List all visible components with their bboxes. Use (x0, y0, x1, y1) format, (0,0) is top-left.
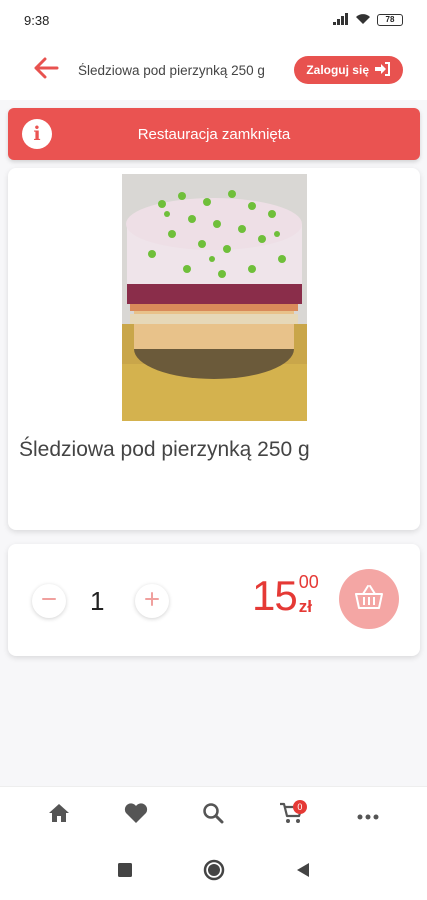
price: 15 00 zł (252, 572, 319, 620)
login-button[interactable]: Zaloguj się (294, 56, 403, 84)
home-system-button[interactable] (194, 852, 234, 892)
nav-cart[interactable]: 0 (271, 796, 311, 836)
increase-quantity-button[interactable] (135, 584, 169, 618)
restaurant-closed-banner: i Restauracja zamknięta (8, 108, 420, 160)
nav-more[interactable] (348, 796, 388, 836)
triangle-back-icon (296, 862, 310, 883)
app-header: Śledziowa pod pierzynką 250 g Zaloguj si… (0, 40, 427, 100)
circle-icon (203, 859, 225, 886)
square-icon (117, 862, 132, 882)
banner-text: Restauracja zamknięta (137, 125, 291, 143)
login-label: Zaloguj się (306, 63, 369, 77)
order-card: 1 15 00 zł (8, 544, 420, 656)
minus-icon (41, 591, 57, 612)
back-system-button[interactable] (283, 852, 323, 892)
add-to-basket-button[interactable] (339, 569, 399, 629)
recent-apps-button[interactable] (105, 852, 145, 892)
price-fraction-group: 00 zł (299, 572, 319, 618)
home-icon (48, 803, 70, 828)
decrease-quantity-button[interactable] (32, 584, 66, 618)
bottom-navigation: 0 (0, 786, 427, 844)
price-decimal: 00 (298, 572, 319, 592)
basket-icon (354, 584, 384, 615)
status-icons: 78 (333, 12, 403, 28)
page-title: Śledziowa pod pierzynką 250 g (78, 62, 265, 78)
info-icon: i (22, 119, 52, 149)
search-icon (202, 802, 224, 829)
battery-icon: 78 (377, 14, 403, 26)
product-image[interactable] (122, 174, 307, 421)
sign-in-icon (375, 61, 391, 79)
nav-favorites[interactable] (116, 796, 156, 836)
nav-home[interactable] (39, 796, 79, 836)
nav-search[interactable] (193, 796, 233, 836)
quantity-value: 1 (90, 586, 105, 616)
wifi-icon (355, 13, 371, 28)
signal-icon (333, 12, 349, 28)
system-navigation (0, 844, 427, 900)
product-card: Śledziowa pod pierzynką 250 g (8, 168, 420, 530)
back-button[interactable] (30, 54, 62, 86)
battery-level: 78 (385, 15, 395, 24)
price-integer: 15 (252, 572, 298, 619)
heart-icon (124, 802, 148, 829)
more-icon (357, 807, 379, 825)
plus-icon (144, 591, 160, 612)
arrow-left-icon (33, 57, 59, 84)
price-currency: zł (298, 597, 312, 616)
cart-count-badge: 0 (292, 799, 307, 814)
status-time: 9:38 (24, 12, 50, 28)
product-name: Śledziowa pod pierzynką 250 g (19, 438, 310, 461)
status-bar: 9:38 78 (0, 0, 427, 40)
